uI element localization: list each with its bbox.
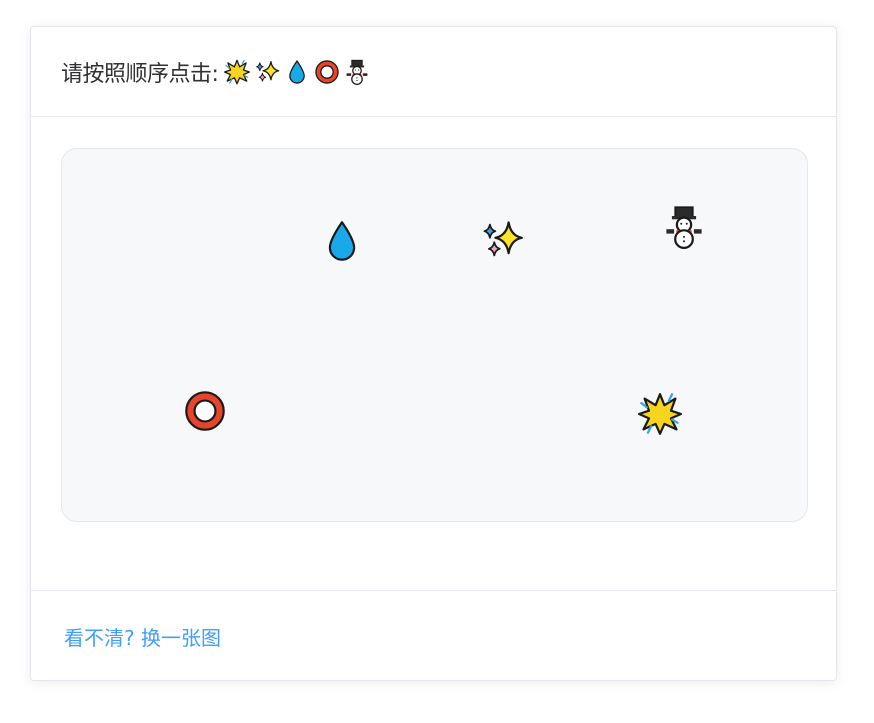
sparkles-icon[interactable] [480, 218, 524, 262]
captcha-image-panel[interactable] [61, 148, 808, 522]
snowman-icon [346, 59, 369, 85]
droplet-icon [289, 59, 306, 84]
collision-icon[interactable] [638, 392, 682, 436]
collision-icon [224, 59, 251, 84]
instruction-text: 请按照顺序点击: [61, 61, 219, 87]
ring-icon[interactable] [183, 389, 227, 433]
refresh-image-link[interactable]: 看不清? 换一张图 [64, 622, 221, 651]
captcha-footer: 看不清? 换一张图 [31, 590, 836, 682]
captcha-header: 请按照顺序点击: [31, 27, 836, 117]
sparkles-icon [256, 60, 280, 82]
ring-icon [315, 59, 340, 84]
snowman-icon[interactable] [662, 205, 706, 249]
icon-sequence [224, 59, 370, 85]
droplet-icon[interactable] [320, 219, 364, 263]
captcha-card: 请按照顺序点击: 看不清? 换一张图 [30, 26, 837, 681]
